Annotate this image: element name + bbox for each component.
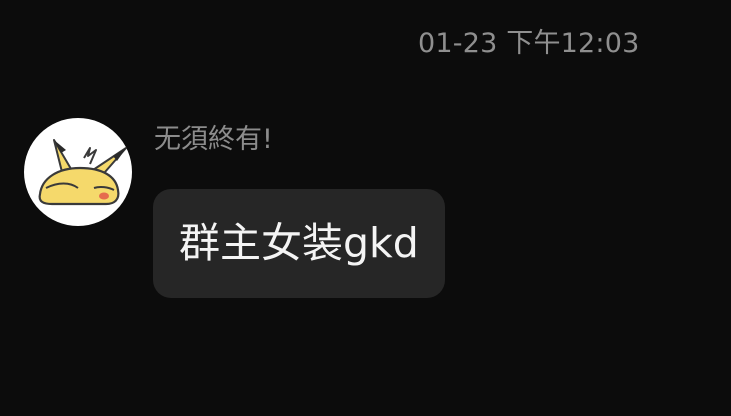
sender-name[interactable]: 无須終有! [154,120,273,160]
message-timestamp: 01-23 下午12:03 [418,28,640,59]
avatar[interactable] [24,118,132,226]
chat-view: 01-23 下午12:03 无須終有! 群主女装gkd [0,0,731,416]
pikachu-hood-icon [38,139,127,206]
message-bubble[interactable]: 群主女装gkd [153,189,445,298]
